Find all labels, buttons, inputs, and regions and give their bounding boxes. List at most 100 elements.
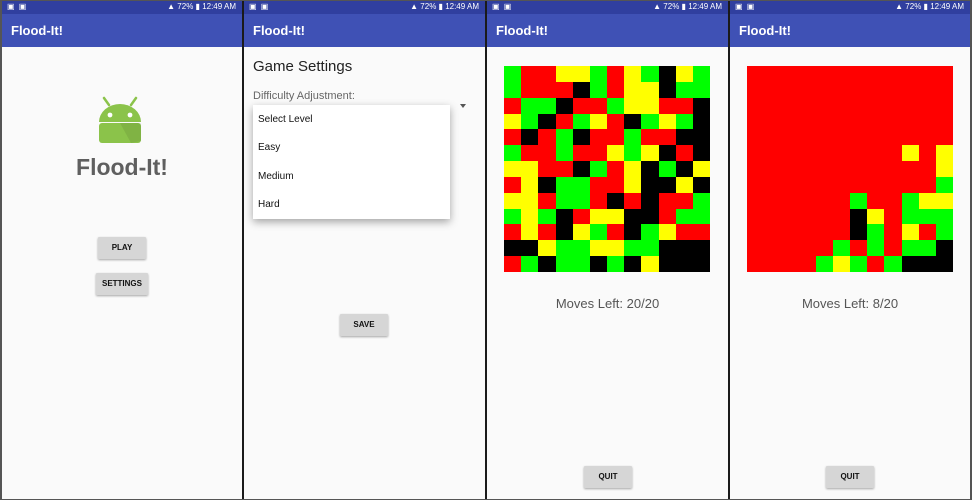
board-cell[interactable] [589,240,608,257]
board-cell[interactable] [538,97,556,115]
board-cell[interactable] [641,240,659,257]
board-cell[interactable] [884,129,902,146]
board-cell[interactable] [832,113,851,130]
board-cell[interactable] [555,224,574,241]
board-cell[interactable] [918,192,937,210]
board-cell[interactable] [521,176,539,194]
board-cell[interactable] [692,176,711,194]
board-cell[interactable] [607,176,625,194]
board-cell[interactable] [850,161,868,178]
board-cell[interactable] [692,113,711,130]
board-cell[interactable] [555,97,574,115]
board-cell[interactable] [798,129,817,146]
board-cell[interactable] [850,176,868,194]
board-cell[interactable] [658,256,677,273]
board-cell[interactable] [589,208,608,225]
quit-button[interactable]: QUIT [584,466,632,488]
board-cell[interactable] [901,81,920,99]
board-cell[interactable] [798,208,817,225]
board-cell[interactable] [867,176,885,194]
board-cell[interactable] [850,113,868,130]
board-cell[interactable] [935,208,954,225]
board-cell[interactable] [589,145,608,162]
board-cell[interactable] [675,81,694,99]
board-cell[interactable] [641,208,659,225]
board-cell[interactable] [641,176,659,194]
board-cell[interactable] [867,224,885,241]
board-cell[interactable] [624,161,642,178]
board-cell[interactable] [867,192,885,210]
board-cell[interactable] [538,81,556,99]
board-cell[interactable] [901,66,920,83]
board-cell[interactable] [607,240,625,257]
board-cell[interactable] [935,66,954,83]
board-cell[interactable] [747,81,765,99]
settings-button[interactable]: SETTINGS [96,273,148,295]
board-cell[interactable] [607,129,625,146]
dropdown-arrow-icon[interactable] [460,104,466,108]
board-cell[interactable] [692,208,711,225]
board-cell[interactable] [641,192,659,210]
board-cell[interactable] [555,66,574,83]
board-cell[interactable] [538,256,556,273]
board-cell[interactable] [815,240,834,257]
board-cell[interactable] [641,81,659,99]
board-cell[interactable] [832,224,851,241]
board-cell[interactable] [589,224,608,241]
board-cell[interactable] [815,256,834,273]
board-cell[interactable] [589,256,608,273]
board-cell[interactable] [815,97,834,115]
board-cell[interactable] [747,256,765,273]
board-cell[interactable] [901,129,920,146]
board-cell[interactable] [935,145,954,162]
board-cell[interactable] [764,256,782,273]
board-cell[interactable] [867,129,885,146]
board-cell[interactable] [521,224,539,241]
board-cell[interactable] [764,161,782,178]
board-cell[interactable] [764,81,782,99]
board-cell[interactable] [692,66,711,83]
board-cell[interactable] [555,113,574,130]
board-cell[interactable] [624,113,642,130]
board-cell[interactable] [555,161,574,178]
board-cell[interactable] [764,240,782,257]
board-cell[interactable] [624,97,642,115]
board-cell[interactable] [521,161,539,178]
board-cell[interactable] [607,145,625,162]
board-cell[interactable] [781,113,799,130]
board-cell[interactable] [798,145,817,162]
board-cell[interactable] [781,256,799,273]
board-cell[interactable] [918,113,937,130]
dropdown-option-easy[interactable]: Easy [258,142,280,153]
board-cell[interactable] [572,240,591,257]
board-cell[interactable] [624,224,642,241]
board-cell[interactable] [781,161,799,178]
board-cell[interactable] [538,145,556,162]
board-cell[interactable] [572,208,591,225]
dropdown-option-medium[interactable]: Medium [258,171,294,182]
board-cell[interactable] [832,145,851,162]
board-cell[interactable] [555,129,574,146]
board-cell[interactable] [764,129,782,146]
board-cell[interactable] [832,161,851,178]
board-cell[interactable] [798,66,817,83]
board-cell[interactable] [918,176,937,194]
board-cell[interactable] [832,256,851,273]
board-cell[interactable] [589,161,608,178]
board-cell[interactable] [521,66,539,83]
board-cell[interactable] [658,97,677,115]
board-cell[interactable] [624,66,642,83]
board-cell[interactable] [555,208,574,225]
board-cell[interactable] [781,240,799,257]
board-cell[interactable] [867,66,885,83]
board-cell[interactable] [692,192,711,210]
board-cell[interactable] [935,256,954,273]
board-cell[interactable] [607,192,625,210]
board-cell[interactable] [867,97,885,115]
board-cell[interactable] [641,145,659,162]
board-cell[interactable] [555,176,574,194]
board-cell[interactable] [781,224,799,241]
board-cell[interactable] [747,97,765,115]
board-cell[interactable] [521,192,539,210]
board-cell[interactable] [504,208,522,225]
